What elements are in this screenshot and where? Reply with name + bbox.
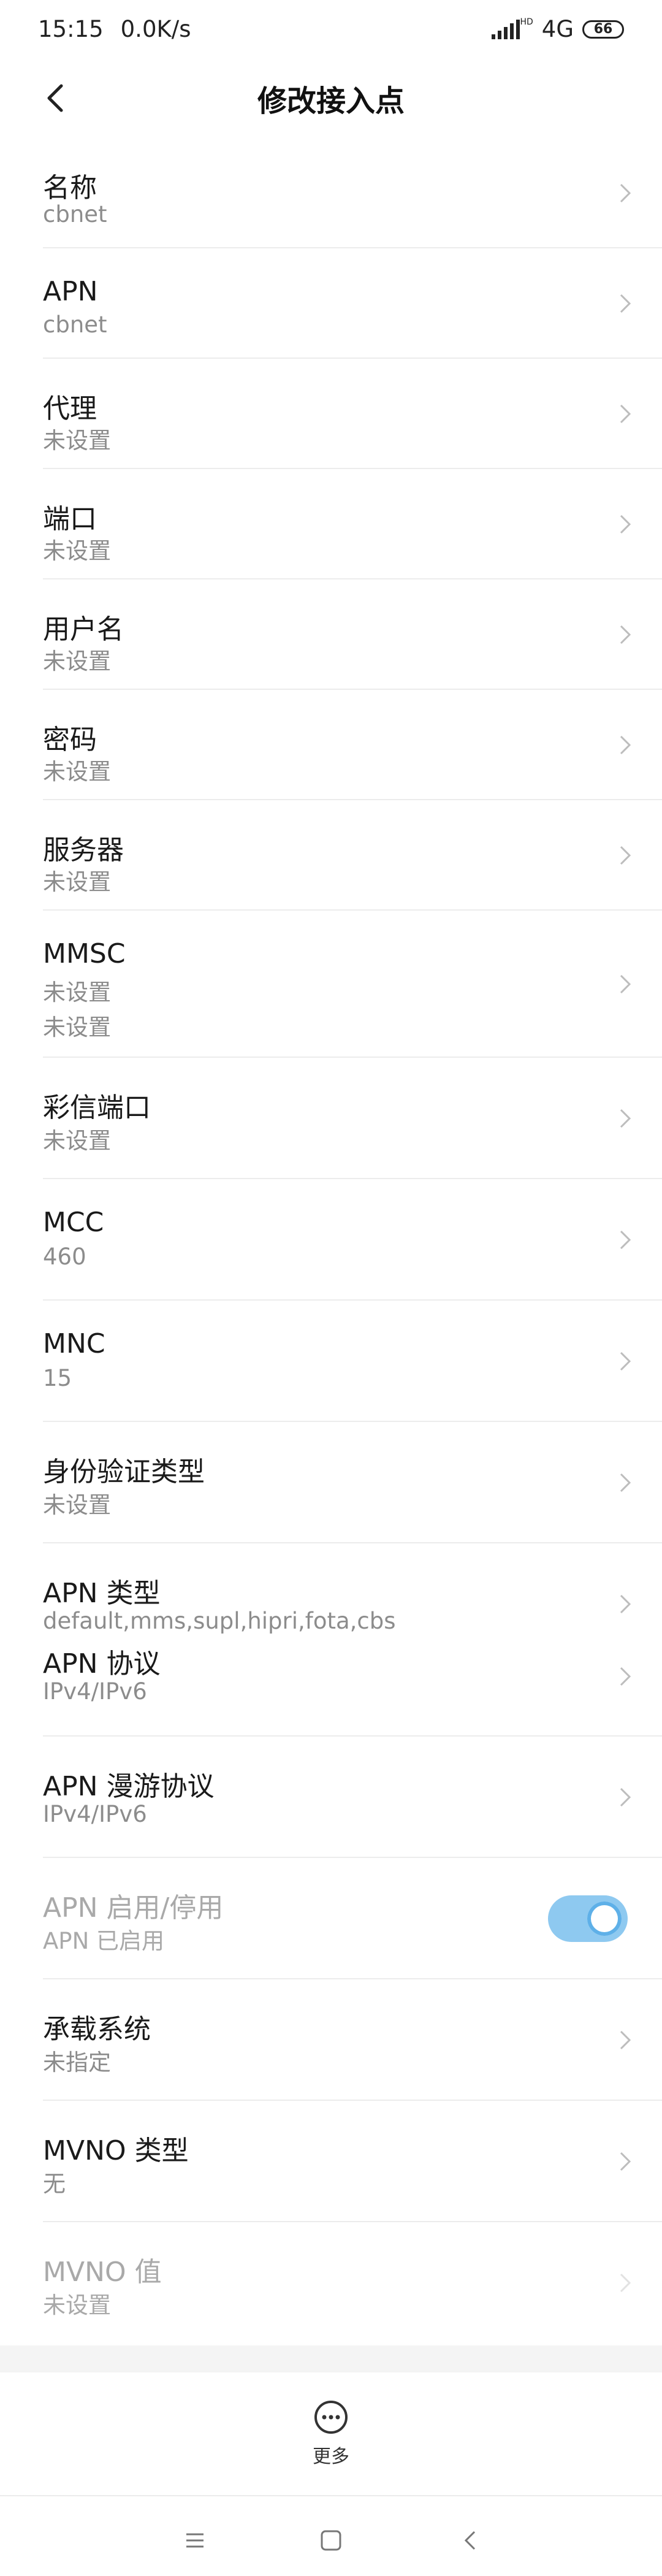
status-time: 15:15 <box>38 16 104 42</box>
chevron-right-icon <box>620 974 631 994</box>
row-apn-type-protocol[interactable]: APN 类型 default,mms,supl,hipri,fota,cbs A… <box>43 1543 662 1737</box>
row-apn-roaming-protocol[interactable]: APN 漫游协议 IPv4/IPv6 <box>43 1737 662 1858</box>
row-value: 未设置 <box>43 1128 111 1154</box>
chevron-right-icon <box>620 1787 631 1807</box>
chevron-right-icon <box>620 1473 631 1492</box>
row-password[interactable]: 密码 未设置 <box>43 690 662 800</box>
row-label: APN 启用/停用 <box>43 1892 224 1924</box>
network-type: 4G <box>541 16 574 42</box>
row-username[interactable]: 用户名 未设置 <box>43 579 662 690</box>
row-value: cbnet <box>43 311 107 338</box>
back-arrow-icon[interactable] <box>38 80 75 117</box>
row-label-secondary: APN 协议 <box>43 1648 161 1680</box>
row-server[interactable]: 服务器 未设置 <box>43 800 662 911</box>
signal-icon <box>492 19 520 39</box>
row-mmsc[interactable]: MMSC 未设置 未设置 <box>43 911 662 1058</box>
chevron-right-icon <box>620 1351 631 1371</box>
row-mms-port[interactable]: 彩信端口 未设置 <box>43 1058 662 1179</box>
chevron-right-icon <box>620 1230 631 1250</box>
row-label: APN 类型 <box>43 1578 161 1609</box>
chevron-right-icon <box>620 2273 631 2293</box>
chevron-right-icon <box>620 514 631 534</box>
chevron-right-icon <box>620 183 631 203</box>
row-value: 未指定 <box>43 2049 111 2076</box>
row-mvno-value: MVNO 值 未设置 <box>43 2222 662 2342</box>
row-value: 460 <box>43 1244 86 1270</box>
hd-badge: HD <box>520 17 533 27</box>
row-value: APN 已启用 <box>43 1928 165 1954</box>
row-label: 用户名 <box>43 614 124 645</box>
row-auth-type[interactable]: 身份验证类型 未设置 <box>43 1422 662 1543</box>
row-mcc[interactable]: MCC 460 <box>43 1179 662 1301</box>
row-value-secondary: 未设置 <box>43 1014 111 1041</box>
chevron-right-icon <box>620 294 631 313</box>
row-label: 端口 <box>43 503 97 535</box>
row-value: 未设置 <box>43 2292 111 2318</box>
row-mvno-type[interactable]: MVNO 类型 无 <box>43 2101 662 2222</box>
status-right: HD 4G 66 <box>492 16 624 42</box>
row-value: 未设置 <box>43 538 111 564</box>
row-label: 名称 <box>43 172 97 204</box>
back-icon[interactable] <box>458 2528 483 2553</box>
row-value: 未设置 <box>43 648 111 675</box>
row-label: 身份验证类型 <box>43 1456 205 1488</box>
apn-settings-list: 名称 cbnet APN cbnet 代理 未设置 端口 未设置 用户名 未设置… <box>0 138 662 2342</box>
menu-icon[interactable] <box>183 2528 207 2553</box>
row-label: APN 漫游协议 <box>43 1771 215 1802</box>
row-bearer[interactable]: 承载系统 未指定 <box>43 1979 662 2101</box>
row-label: 彩信端口 <box>43 1092 151 1123</box>
status-left: 15:15 0.0K/s <box>38 16 191 42</box>
battery-icon: 66 <box>582 20 624 39</box>
chevron-right-icon <box>620 846 631 865</box>
battery-level: 66 <box>593 21 613 37</box>
chevron-right-icon <box>620 404 631 424</box>
status-bar: 15:15 0.0K/s HD 4G 66 <box>0 0 662 58</box>
row-value: cbnet <box>43 201 107 227</box>
row-value: default,mms,supl,hipri,fota,cbs <box>43 1608 396 1634</box>
row-label: 服务器 <box>43 835 124 866</box>
home-icon[interactable] <box>319 2528 343 2553</box>
row-label: 密码 <box>43 724 97 755</box>
row-value: 15 <box>43 1365 72 1391</box>
row-value: IPv4/IPv6 <box>43 1801 147 1827</box>
chevron-right-icon <box>620 2030 631 2050</box>
row-label: MNC <box>43 1328 105 1359</box>
apn-enable-toggle[interactable] <box>548 1895 628 1942</box>
status-speed: 0.0K/s <box>120 16 191 42</box>
more-button[interactable]: 更多 <box>0 2372 662 2495</box>
more-label: 更多 <box>313 2446 349 2467</box>
row-apn[interactable]: APN cbnet <box>43 248 662 359</box>
row-mnc[interactable]: MNC 15 <box>43 1301 662 1422</box>
chevron-right-icon <box>620 1594 631 1614</box>
row-value: 未设置 <box>43 427 111 454</box>
row-label: APN <box>43 276 98 307</box>
toggle-knob <box>587 1901 622 1936</box>
app-header: 修改接入点 <box>0 58 662 138</box>
more-dots-icon <box>314 2401 348 2434</box>
system-nav-bar <box>0 2495 662 2576</box>
row-proxy[interactable]: 代理 未设置 <box>43 359 662 469</box>
row-label: MCC <box>43 1207 104 1238</box>
row-label: 承载系统 <box>43 2014 151 2045</box>
chevron-right-icon <box>620 1667 631 1686</box>
chevron-right-icon <box>620 735 631 755</box>
row-port[interactable]: 端口 未设置 <box>43 469 662 579</box>
chevron-right-icon <box>620 625 631 644</box>
page-title: 修改接入点 <box>257 84 405 118</box>
row-apn-enable: APN 启用/停用 APN 已启用 <box>43 1858 662 1979</box>
row-label: MVNO 值 <box>43 2257 162 2288</box>
row-label: 代理 <box>43 393 97 424</box>
row-value: 未设置 <box>43 759 111 785</box>
row-value: 未设置 <box>43 979 111 1006</box>
row-value: 未设置 <box>43 1492 111 1518</box>
row-label: MVNO 类型 <box>43 2135 189 2166</box>
row-value-secondary: IPv4/IPv6 <box>43 1678 147 1705</box>
section-divider <box>0 2345 662 2372</box>
row-name[interactable]: 名称 cbnet <box>43 138 662 248</box>
chevron-right-icon <box>620 1109 631 1128</box>
chevron-right-icon <box>620 2152 631 2171</box>
row-value: 无 <box>43 2171 66 2197</box>
row-label: MMSC <box>43 938 126 969</box>
row-value: 未设置 <box>43 869 111 895</box>
